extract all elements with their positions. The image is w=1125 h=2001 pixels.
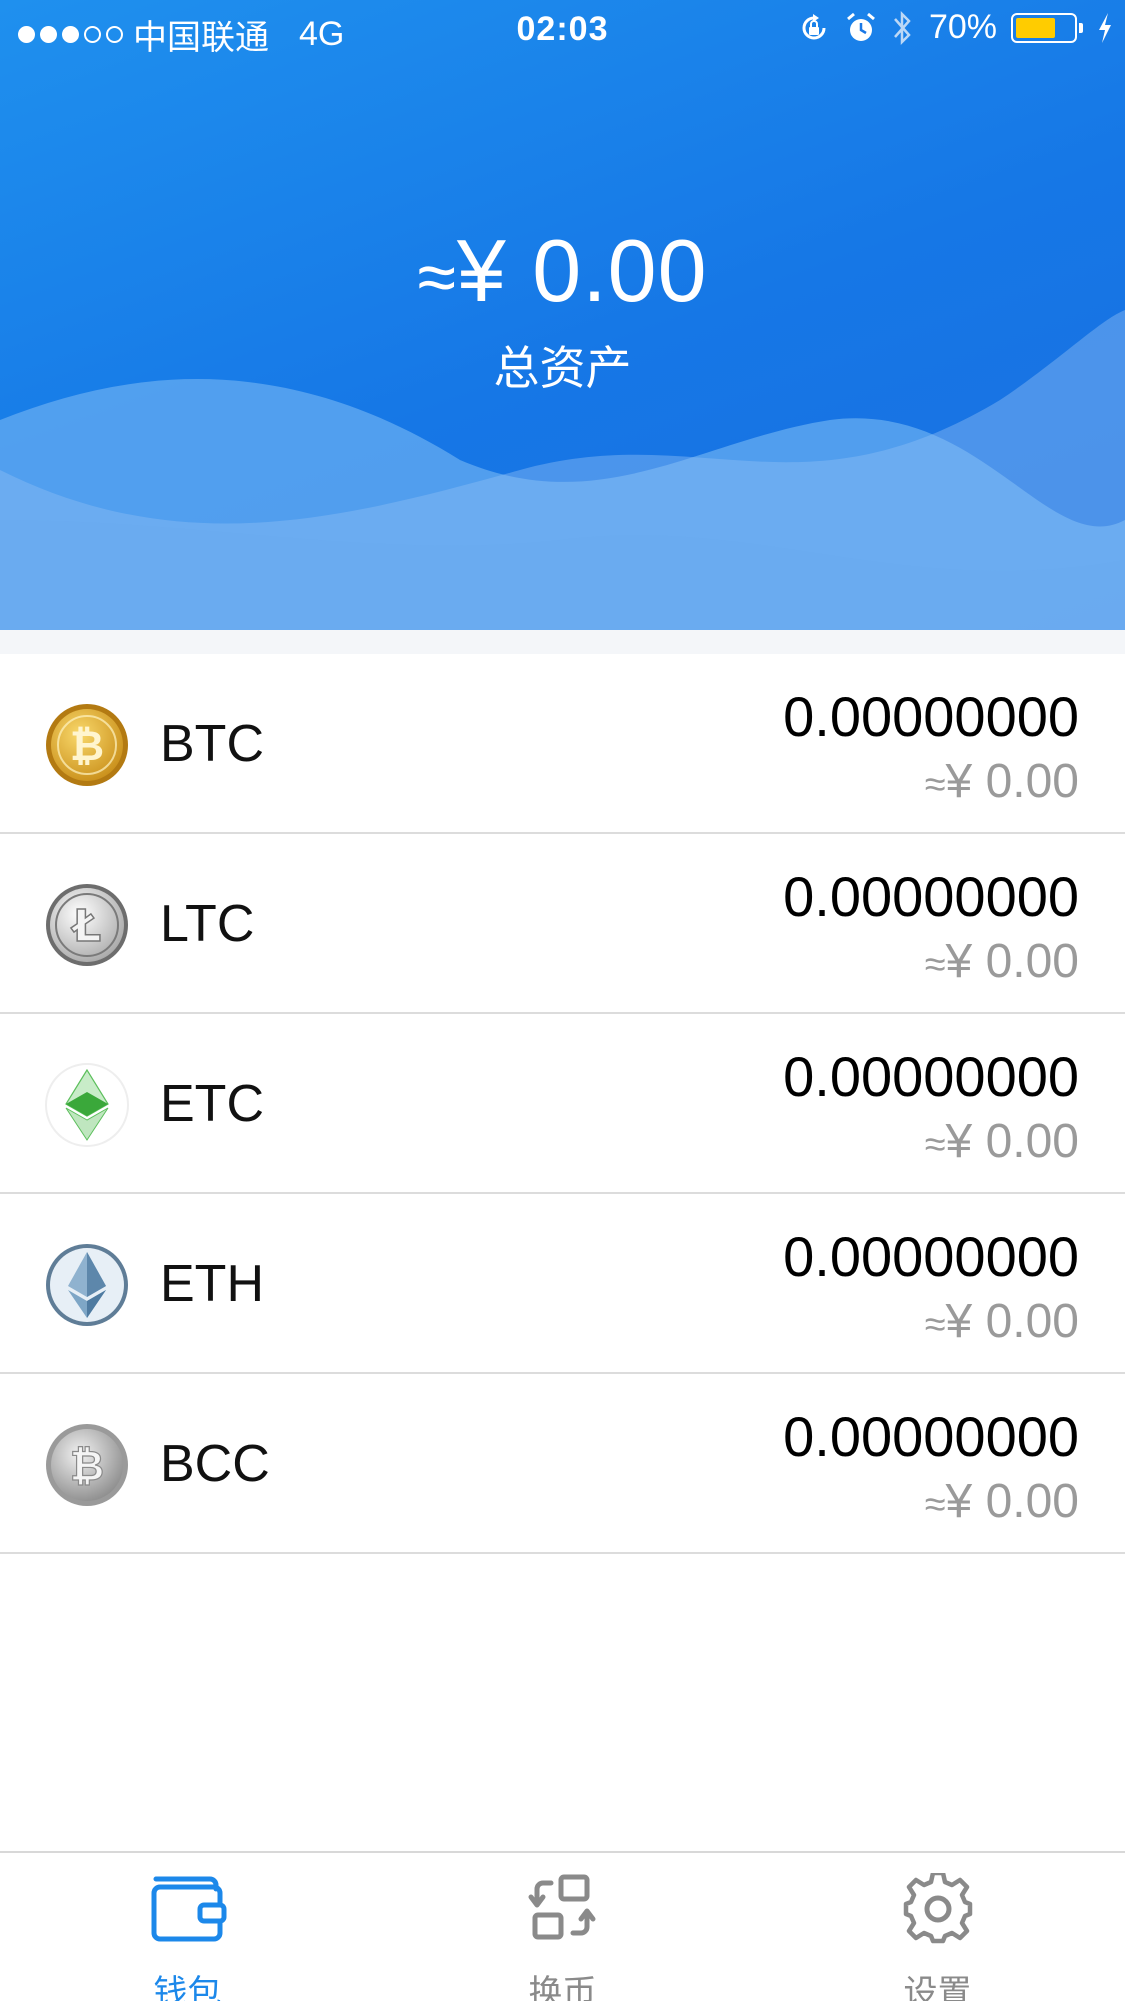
svg-text:₿: ₿	[70, 721, 104, 770]
tab-wallet[interactable]: 钱包	[0, 1853, 375, 2001]
coin-symbol: ETH	[160, 1255, 264, 1313]
coin-fiat-value: ≈¥ 0.00	[924, 755, 1079, 808]
tab-exchange-label: 换币	[528, 1974, 597, 2001]
coin-symbol: BCC	[160, 1435, 270, 1493]
ltc-icon: Ł	[46, 884, 128, 966]
btc-icon: ₿	[46, 704, 128, 786]
charging-icon	[1099, 12, 1111, 43]
asset-header: 中国联通 4G 02:03 70% ≈¥ 0.00 总资产	[0, 0, 1125, 630]
battery-icon	[1011, 12, 1083, 43]
tab-bar: 钱包 换币 设置	[0, 1851, 1125, 2001]
gear-icon	[903, 1873, 972, 1944]
coin-fiat-value: ≈¥ 0.00	[924, 1295, 1079, 1348]
coin-symbol: ETC	[160, 1075, 264, 1133]
bluetooth-icon	[893, 10, 911, 45]
bcc-icon: ₿	[46, 1424, 128, 1506]
tab-settings-label: 设置	[903, 1974, 972, 2001]
svg-text:₿: ₿	[70, 1441, 104, 1490]
wallet-icon	[151, 1876, 226, 1942]
total-assets: ≈¥ 0.00 总资产	[0, 220, 1125, 398]
coin-list: ₿ BTC 0.00000000 ≈¥ 0.00 Ł LTC 0.0000000…	[0, 654, 1125, 1554]
coin-row-eth[interactable]: ETH 0.00000000 ≈¥ 0.00	[0, 1194, 1125, 1374]
section-divider	[0, 630, 1125, 654]
coin-fiat-value: ≈¥ 0.00	[924, 935, 1079, 988]
rotation-lock-icon	[802, 13, 826, 39]
coin-amount: 0.00000000	[783, 1225, 1079, 1288]
svg-text:Ł: Ł	[71, 901, 101, 952]
tab-settings[interactable]: 设置	[750, 1853, 1125, 2001]
tab-exchange[interactable]: 换币	[375, 1853, 750, 2001]
total-assets-label: 总资产	[493, 342, 632, 394]
tab-wallet-label: 钱包	[153, 1974, 222, 2001]
exchange-icon	[528, 1874, 595, 1940]
total-assets-value: ≈¥ 0.00	[417, 221, 708, 320]
alarm-icon	[846, 12, 875, 41]
coin-amount: 0.00000000	[783, 1405, 1079, 1468]
coin-row-ltc[interactable]: Ł LTC 0.00000000 ≈¥ 0.00	[0, 834, 1125, 1014]
coin-fiat-value: ≈¥ 0.00	[924, 1115, 1079, 1168]
coin-row-btc[interactable]: ₿ BTC 0.00000000 ≈¥ 0.00	[0, 654, 1125, 834]
coin-row-bcc[interactable]: ₿ BCC 0.00000000 ≈¥ 0.00	[0, 1374, 1125, 1554]
etc-icon	[45, 1063, 129, 1147]
coin-symbol: LTC	[160, 895, 255, 953]
coin-amount: 0.00000000	[783, 865, 1079, 928]
status-bar: 中国联通 4G 02:03 70%	[0, 0, 1125, 60]
eth-icon	[46, 1244, 128, 1326]
coin-amount: 0.00000000	[783, 685, 1079, 748]
coin-row-etc[interactable]: ETC 0.00000000 ≈¥ 0.00	[0, 1014, 1125, 1194]
wallet-screen: 中国联通 4G 02:03 70% ≈¥ 0.00 总资产 ₿ BTC 0.00…	[0, 0, 1125, 2001]
battery-percent: 70%	[928, 8, 997, 46]
coin-amount: 0.00000000	[783, 1045, 1079, 1108]
coin-fiat-value: ≈¥ 0.00	[924, 1475, 1079, 1528]
coin-symbol: BTC	[160, 715, 264, 773]
